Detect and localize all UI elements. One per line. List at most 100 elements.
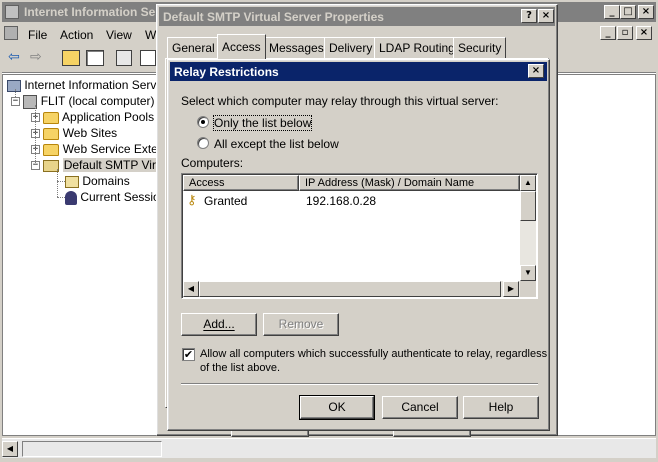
scroll-down-arrow[interactable]: ▼ [520, 265, 536, 281]
list-vertical-scrollbar[interactable]: ▲ ▼ [520, 175, 536, 281]
radio-all-except-button[interactable] [197, 137, 209, 149]
tree-connector [35, 105, 36, 165]
separator [181, 383, 538, 385]
scroll-up-arrow[interactable]: ▲ [520, 175, 536, 191]
collapse-icon[interactable]: − [11, 97, 20, 107]
relay-prompt: Select which computer may relay through … [181, 94, 499, 108]
allow-authenticated-label-2: of the list above. [200, 362, 281, 374]
tree-item-label: Domains [82, 174, 130, 188]
tree-item-label: Internet Information Servic [24, 78, 166, 92]
table-row[interactable]: ⚷ Granted 192.168.0.28 [184, 192, 520, 210]
tree-item-sessions[interactable]: Current Sessio [65, 190, 160, 205]
tab-delivery[interactable]: Delivery [324, 37, 378, 58]
properties-icon[interactable] [116, 50, 132, 66]
tree-connector [57, 181, 65, 182]
horizontal-scrollbar[interactable]: ◀ [2, 438, 656, 458]
computer-icon [7, 79, 21, 92]
status-panel [22, 441, 162, 457]
user-icon [65, 190, 77, 205]
help-caption-button[interactable]: ? [521, 9, 537, 23]
tree-item-smtp[interactable]: − Default SMTP Virtu [31, 158, 167, 172]
tree-item-flit[interactable]: − FLIT (local computer) [11, 94, 155, 109]
column-header-access[interactable]: Access [183, 175, 299, 191]
tree-item-label: Default SMTP Virtu [62, 158, 167, 172]
close-button[interactable]: × [638, 5, 654, 19]
menu-view[interactable]: View [106, 28, 132, 42]
tree-item-label: Web Sites [62, 126, 118, 140]
help-button[interactable]: Help [463, 396, 539, 419]
maximize-button[interactable]: □ [620, 5, 636, 19]
tree-item-app-pools[interactable]: + Application Pools [31, 110, 154, 124]
row-access: Granted [204, 194, 248, 208]
folder-icon [43, 111, 60, 124]
scroll-right-arrow[interactable]: ▶ [503, 281, 519, 297]
tab-security[interactable]: Security [453, 37, 507, 58]
row-ip: 192.168.0.28 [306, 194, 377, 208]
tree-item-label: FLIT (local computer) [40, 94, 155, 108]
ok-button[interactable]: OK [299, 395, 375, 420]
folder-icon [43, 127, 60, 140]
mdi-restore-button[interactable]: ▫ [617, 26, 633, 40]
computers-label: Computers: [181, 156, 244, 170]
tab-general[interactable]: General [167, 37, 220, 58]
tree-item-web-sites[interactable]: + Web Sites [31, 126, 117, 140]
remove-button[interactable]: Remove [263, 313, 339, 336]
mmc-title: Internet Information Se [24, 5, 156, 19]
forward-arrow-icon[interactable]: ⇨ [30, 49, 42, 65]
tree-connector [57, 169, 58, 197]
scroll-corner [520, 281, 536, 297]
back-arrow-icon[interactable]: ⇦ [8, 49, 20, 65]
refresh-icon[interactable] [140, 50, 156, 66]
list-horizontal-scrollbar[interactable]: ◀ ▶ [183, 281, 520, 297]
mmc-toolbar: ⇦ ⇨ [2, 46, 162, 72]
relay-titlebar: Relay Restrictions × [170, 62, 547, 81]
mmc-menubar: File Action View Wi [2, 24, 162, 44]
mdi-controls: _ ▫ × [600, 26, 654, 42]
allow-authenticated-check[interactable]: ✔ [182, 348, 195, 361]
tab-access[interactable]: Access [217, 34, 266, 59]
mdi-close-button[interactable]: × [636, 26, 652, 40]
allow-authenticated-checkbox[interactable]: ✔ Allow all computers which successfully… [181, 347, 547, 379]
close-button[interactable]: × [528, 64, 544, 78]
computers-list[interactable]: Access IP Address (Mask) / Domain Name ⚷… [181, 173, 538, 299]
mdi-minimize-button[interactable]: _ [600, 26, 616, 40]
minimize-button[interactable]: _ [604, 5, 620, 19]
relay-restrictions-dialog: Relay Restrictions × Select which comput… [167, 59, 550, 431]
up-folder-icon[interactable] [62, 50, 80, 66]
mmc-app-icon [5, 5, 19, 19]
mmc-doc-icon[interactable] [4, 26, 18, 40]
tree-item-domains[interactable]: Domains [65, 174, 130, 188]
tab-messages[interactable]: Messages [264, 37, 329, 58]
list-header: Access IP Address (Mask) / Domain Name [183, 175, 520, 191]
relay-title: Relay Restrictions [174, 65, 279, 79]
add-button[interactable]: Add... [181, 313, 257, 336]
menu-action[interactable]: Action [60, 28, 93, 42]
column-header-ip[interactable]: IP Address (Mask) / Domain Name [299, 175, 520, 191]
tree-item-label: Web Service Exter [62, 142, 162, 156]
tree-item-iis-root[interactable]: Internet Information Servic [7, 78, 165, 92]
tree-item-label: Application Pools [62, 110, 155, 124]
tree-pane: Internet Information Servic − FLIT (loca… [2, 74, 167, 436]
show-tree-icon[interactable] [86, 50, 104, 66]
tree-connector [15, 89, 16, 97]
scroll-thumb[interactable] [199, 281, 501, 297]
tab-ldap-routing[interactable]: LDAP Routing [374, 37, 460, 58]
properties-titlebar: Default SMTP Virtual Server Properties ?… [159, 7, 555, 26]
scroll-thumb[interactable] [520, 191, 536, 221]
folder-icon [43, 143, 60, 156]
allow-authenticated-label-1: Allow all computers which successfully a… [200, 348, 548, 360]
tree-item-web-service-ext[interactable]: + Web Service Exter [31, 142, 162, 156]
tree-connector [57, 197, 65, 198]
scroll-left-arrow[interactable]: ◀ [183, 281, 199, 297]
radio-only-button[interactable] [197, 116, 209, 128]
scroll-left-arrow[interactable]: ◀ [2, 441, 18, 457]
tree-item-label: Current Sessio [80, 190, 160, 204]
radio-all-except-label: All except the list below [214, 137, 339, 151]
menu-file[interactable]: File [28, 28, 47, 42]
close-button[interactable]: × [538, 9, 554, 23]
domains-icon [65, 175, 79, 188]
cancel-button[interactable]: Cancel [382, 396, 458, 419]
radio-only-label: Only the list below [212, 115, 313, 131]
details-pane [556, 74, 656, 436]
properties-title: Default SMTP Virtual Server Properties [163, 10, 384, 24]
